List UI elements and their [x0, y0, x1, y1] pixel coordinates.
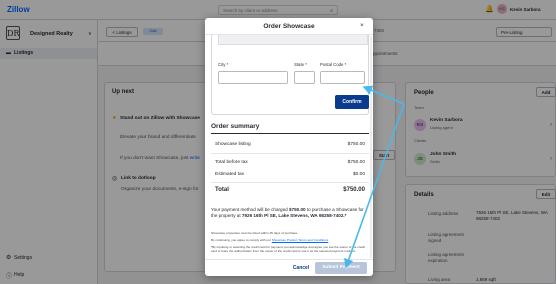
card-authorization-note: *By inputting or selecting the credit ca…: [211, 245, 365, 254]
summary-label: Showcase listing: [215, 142, 251, 147]
state-label: State *: [294, 62, 307, 67]
city-field[interactable]: [218, 71, 288, 84]
divider: [211, 133, 369, 134]
divider: [211, 182, 369, 183]
divider: [211, 153, 369, 154]
terms-prefix: By continuing, you agree to comply with …: [211, 238, 272, 242]
total-value: $750.00: [343, 187, 365, 193]
submit-payment-button[interactable]: Submit Payment: [315, 262, 367, 274]
form-strip: [218, 35, 368, 45]
payment-amount: $750.00: [288, 207, 306, 212]
summary-value: $0.00: [352, 172, 365, 177]
summary-label: Estimated tax: [215, 172, 245, 177]
total-label: Total: [215, 187, 229, 193]
payment-notice: Your payment method will be charged $750…: [211, 207, 367, 220]
close-icon[interactable]: ×: [360, 22, 364, 29]
order-showcase-modal: Order Showcase × City * State * Postal C…: [205, 18, 373, 276]
summary-value: $750.00: [347, 160, 365, 165]
cancel-button[interactable]: Cancel: [289, 263, 313, 274]
postal-code-field[interactable]: [320, 71, 365, 84]
city-label: City *: [218, 62, 229, 67]
payment-property: 7926 16th Pl SE, Lake Stevens, WA 98258-…: [241, 213, 347, 219]
listing-deadline-note: Showcase properties must be listed withi…: [211, 231, 299, 235]
summary-value: $750.00: [347, 142, 365, 147]
confirm-button[interactable]: Confirm: [335, 95, 369, 109]
modal-footer: Cancel Submit Payment: [205, 259, 373, 276]
terms-note: By continuing, you agree to comply with …: [211, 238, 367, 242]
modal-title: Order Showcase: [263, 23, 315, 30]
state-field[interactable]: [294, 71, 315, 84]
payment-text: Your payment method will be charged: [211, 207, 289, 212]
postal-code-label: Postal Code *: [320, 62, 347, 67]
scrollbar[interactable]: [370, 36, 372, 258]
summary-label: Total before tax: [215, 160, 248, 165]
terms-link[interactable]: Showcase Product Terms and Conditions: [272, 238, 329, 242]
modal-body[interactable]: City * State * Postal Code * Confirm Ord…: [207, 35, 371, 259]
order-summary-title: Order summary: [211, 123, 260, 130]
address-form: City * State * Postal Code * Confirm: [211, 35, 369, 115]
